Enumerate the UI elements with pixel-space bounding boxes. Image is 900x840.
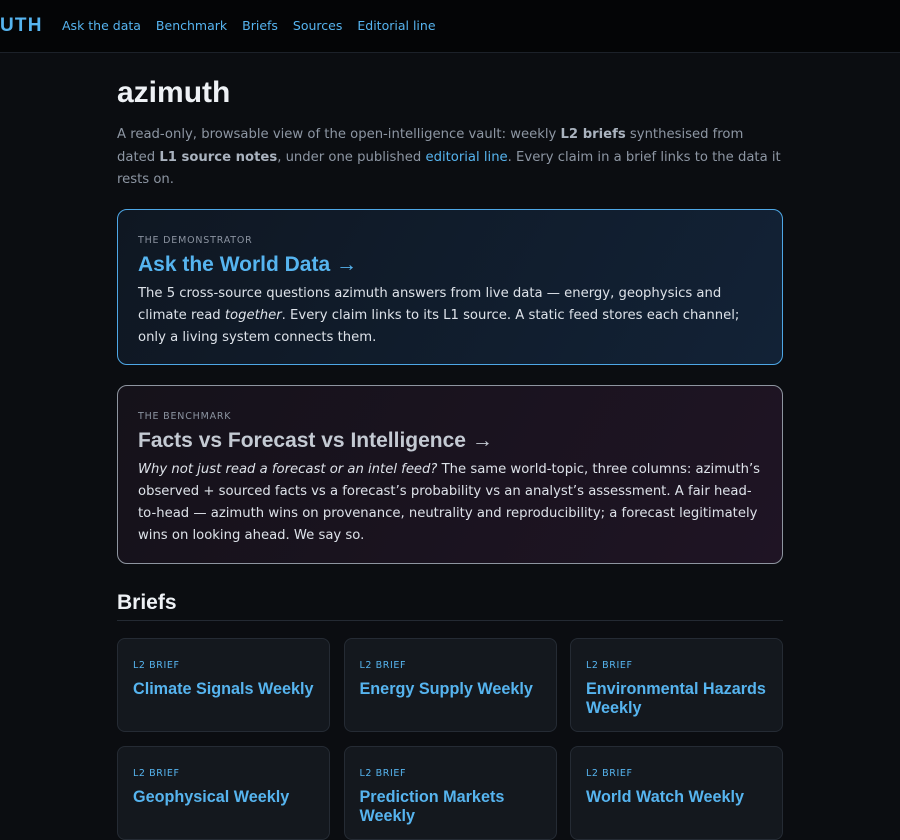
brief-card-world-watch[interactable]: L2 BRIEF World Watch Weekly (570, 746, 783, 840)
brief-card-eyebrow: L2 BRIEF (586, 768, 633, 779)
brief-card-title[interactable]: Environmental Hazards Weekly (586, 680, 776, 718)
benchmark-card-description: Why not just read a forecast or an intel… (138, 459, 764, 547)
nav-link-editorial-line[interactable]: Editorial line (357, 18, 435, 34)
intro-text-3: , under one published (277, 149, 426, 165)
brand-logo[interactable]: UTH (0, 16, 43, 36)
nav-link-sources[interactable]: Sources (293, 18, 342, 34)
top-navigation-bar: UTH Ask the data Benchmark Briefs Source… (0, 0, 900, 53)
brief-card-title[interactable]: Climate Signals Weekly (133, 680, 323, 699)
ask-card-eyebrow: THE DEMONSTRATOR (138, 235, 253, 246)
ask-card-description: The 5 cross-source questions azimuth ans… (138, 283, 764, 349)
section-divider (117, 620, 783, 621)
benchmark-card-emphasis: Why not just read a forecast or an intel… (138, 462, 438, 477)
brief-card-eyebrow: L2 BRIEF (359, 768, 407, 779)
brief-card-title[interactable]: Geophysical Weekly (133, 788, 323, 807)
brief-card-energy-supply[interactable]: L2 BRIEF Energy Supply Weekly (343, 638, 557, 732)
nav-link-benchmark[interactable]: Benchmark (156, 18, 227, 34)
ask-card-title-link[interactable]: Ask the World Data → (138, 252, 357, 278)
page-title: azimuth (117, 76, 231, 109)
briefs-section-title: Briefs (117, 591, 177, 614)
ask-the-data-card[interactable]: THE DEMONSTRATOR Ask the World Data → Th… (117, 209, 783, 365)
main-nav: Ask the data Benchmark Briefs Sources Ed… (62, 18, 436, 34)
brief-card-geophysical[interactable]: L2 BRIEF Geophysical Weekly (117, 746, 330, 840)
brief-card-title[interactable]: Energy Supply Weekly (360, 680, 550, 699)
brief-card-eyebrow: L2 BRIEF (359, 660, 407, 671)
intro-paragraph: A read-only, browsable view of the open-… (117, 124, 783, 192)
intro-bold-l2-briefs: L2 briefs (560, 127, 626, 142)
brief-card-title[interactable]: Prediction Markets Weekly (360, 788, 550, 826)
brief-card-climate-signals[interactable]: L2 BRIEF Climate Signals Weekly (117, 638, 330, 732)
intro-text-1: A read-only, browsable view of the open-… (117, 127, 561, 142)
ask-card-emphasis: together (224, 308, 282, 323)
nav-link-briefs[interactable]: Briefs (242, 18, 278, 34)
benchmark-card-title-link[interactable]: Facts vs Forecast vs Intelligence → (138, 428, 493, 454)
briefs-grid: L2 BRIEF Climate Signals Weekly L2 BRIEF… (117, 638, 783, 840)
benchmark-card[interactable]: THE BENCHMARK Facts vs Forecast vs Intel… (117, 385, 783, 564)
editorial-line-link[interactable]: editorial line (425, 150, 507, 165)
brief-card-eyebrow: L2 BRIEF (133, 660, 180, 671)
brief-card-title[interactable]: World Watch Weekly (586, 788, 776, 807)
benchmark-card-eyebrow: THE BENCHMARK (138, 411, 232, 422)
nav-link-ask-the-data[interactable]: Ask the data (62, 18, 141, 34)
intro-bold-l1-source-notes: L1 source notes (159, 149, 278, 165)
brief-card-eyebrow: L2 BRIEF (586, 660, 633, 671)
brief-card-eyebrow: L2 BRIEF (133, 768, 180, 779)
brief-card-environmental-hazards[interactable]: L2 BRIEF Environmental Hazards Weekly (570, 638, 783, 732)
brief-card-prediction-markets[interactable]: L2 BRIEF Prediction Markets Weekly (343, 746, 557, 840)
